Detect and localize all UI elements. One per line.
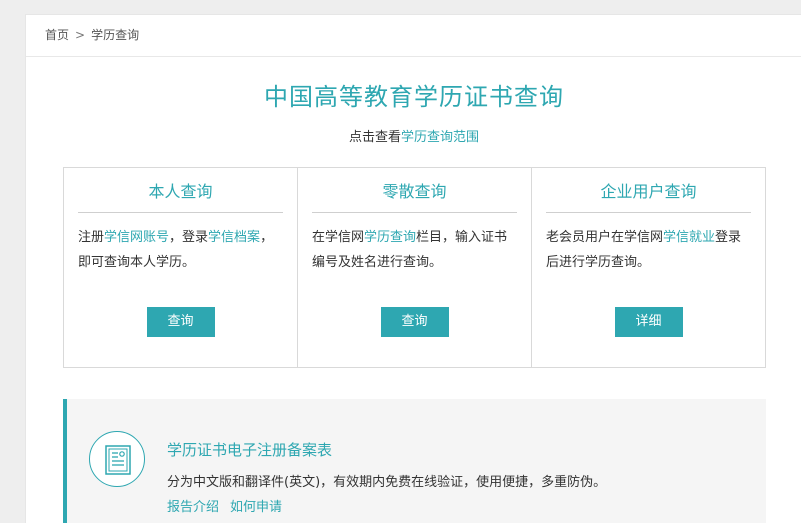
personal-query-button[interactable]: 查询 — [146, 307, 215, 337]
breadcrumb-current: 学历查询 — [91, 28, 140, 42]
breadcrumb-separator: > — [75, 28, 86, 42]
chsi-archive-link[interactable]: 学信档案 — [208, 230, 260, 245]
card-individual-query: 零散查询 在学信网学历查询栏目，输入证书编号及姓名进行查询。 查询 — [298, 168, 532, 367]
card-title: 本人查询 — [78, 168, 283, 213]
record-title[interactable]: 学历证书电子注册备案表 — [167, 439, 332, 460]
query-scope-link[interactable]: 学历查询范围 — [401, 130, 479, 145]
record-links: 报告介绍 如何申请 — [167, 496, 293, 515]
breadcrumb: 首页 > 学历查询 — [26, 15, 801, 57]
card-title: 零散查询 — [312, 168, 517, 213]
how-to-apply-link[interactable]: 如何申请 — [230, 500, 282, 515]
breadcrumb-home-link[interactable]: 首页 — [45, 28, 69, 42]
chsi-account-link[interactable]: 学信网账号 — [104, 230, 169, 245]
electronic-registration-record: 学历证书电子注册备案表 分为中文版和翻译件(英文)，有效期内免费在线验证，使用便… — [63, 399, 766, 523]
card-text-part: 在学信网 — [312, 230, 365, 245]
record-description: 分为中文版和翻译件(英文)，有效期内免费在线验证，使用便捷，多重防伪。 — [167, 475, 607, 490]
query-scope-prefix: 点击查看 — [348, 130, 401, 145]
card-title: 企业用户查询 — [546, 168, 751, 213]
individual-query-button[interactable]: 查询 — [380, 307, 449, 337]
card-enterprise-query: 企业用户查询 老会员用户在学信网学信就业登录后进行学历查询。 详细 — [532, 168, 765, 367]
chsi-employment-link[interactable]: 学信就业 — [663, 230, 715, 245]
main-panel: 首页 > 学历查询 中国高等教育学历证书查询 点击查看学历查询范围 本人查询 注册学… — [25, 14, 801, 523]
report-intro-link[interactable]: 报告介绍 — [167, 500, 219, 515]
card-description: 在学信网学历查询栏目，输入证书编号及姓名进行查询。 — [312, 225, 517, 275]
query-options: 本人查询 注册学信网账号，登录学信档案，即可查询本人学历。 查询 零散查询 在学… — [63, 167, 766, 368]
card-description: 注册学信网账号，登录学信档案，即可查询本人学历。 — [78, 225, 283, 275]
certificate-icon — [89, 431, 145, 487]
card-personal-query: 本人查询 注册学信网账号，登录学信档案，即可查询本人学历。 查询 — [64, 168, 298, 367]
card-description: 老会员用户在学信网学信就业登录后进行学历查询。 — [546, 225, 751, 275]
page-title: 中国高等教育学历证书查询 — [264, 83, 564, 111]
query-scope-note: 点击查看学历查询范围 — [26, 126, 801, 145]
enterprise-details-button[interactable]: 详细 — [614, 307, 683, 337]
card-text-part: 注册 — [78, 230, 105, 245]
degree-query-link[interactable]: 学历查询 — [364, 230, 416, 245]
card-text-part: ，登录 — [169, 230, 209, 245]
card-text-part: 老会员用户在学信网 — [546, 230, 664, 245]
